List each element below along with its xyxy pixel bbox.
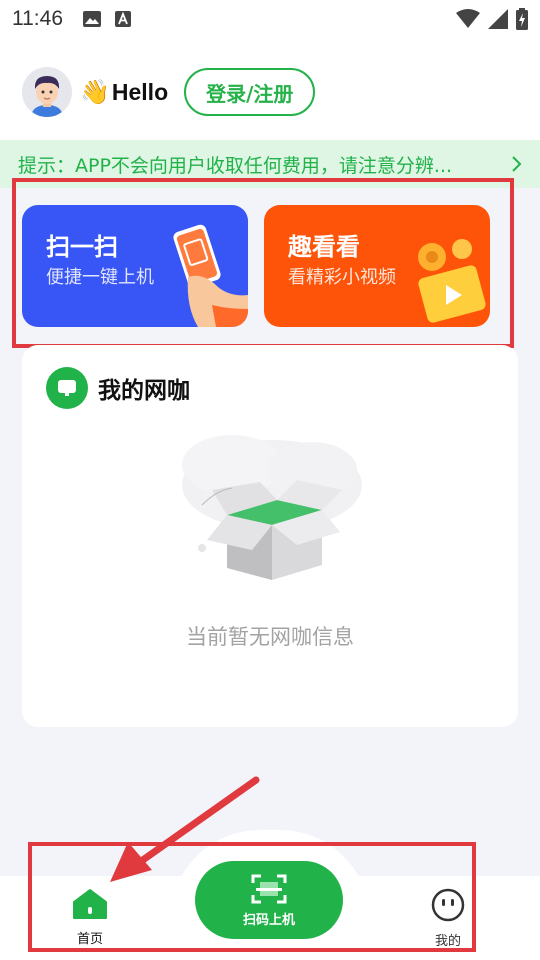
- netcafe-header: 我的网咖: [46, 367, 190, 409]
- my-netcafe-panel: 我的网咖 当前暂无网咖信息: [22, 345, 518, 727]
- status-bar: 11:46: [0, 0, 540, 38]
- greeting-text: Hello: [111, 78, 169, 105]
- wave-emoji: 👋: [80, 78, 110, 106]
- battery-charging-icon: [516, 8, 528, 30]
- empty-state-text: 当前暂无网咖信息: [186, 625, 354, 649]
- font-icon: [115, 11, 131, 27]
- greeting: 👋 Hello: [80, 78, 168, 107]
- wifi-icon: [456, 9, 480, 28]
- netcafe-title: 我的网咖: [98, 378, 190, 404]
- cards-highlight-annotation: [12, 178, 514, 348]
- empty-box-icon: [182, 435, 362, 580]
- notice-text: 提示：APP不会向用户收取任何费用，请注意分辨...: [18, 154, 453, 177]
- avatar[interactable]: [22, 67, 72, 117]
- user-header: 👋 Hello 登录/注册: [22, 66, 316, 118]
- signal-icon: [488, 9, 508, 29]
- nav-highlight-annotation: [28, 842, 476, 952]
- login-register-button[interactable]: 登录/注册: [184, 68, 316, 116]
- status-time: 11:46: [12, 7, 63, 30]
- chevron-right-icon: [512, 156, 522, 172]
- avatar-face-icon: [22, 67, 72, 117]
- gallery-icon: [83, 11, 101, 27]
- monitor-icon: [46, 367, 88, 409]
